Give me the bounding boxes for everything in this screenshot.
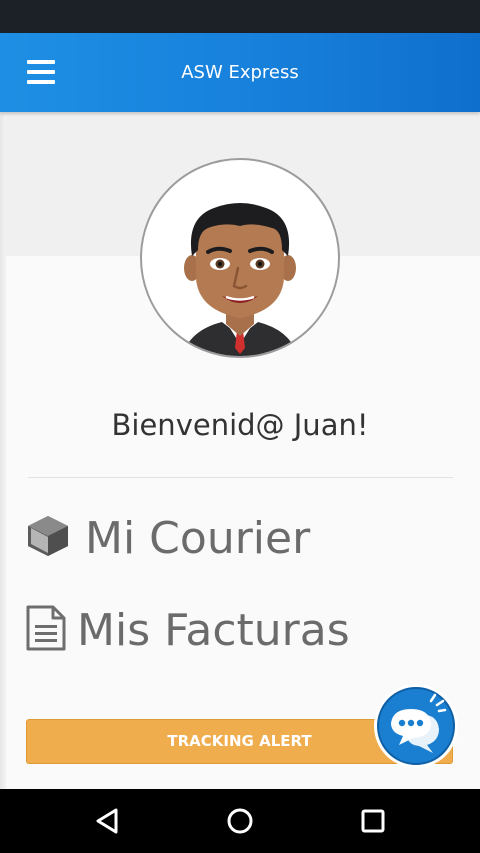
main-content: Bienvenid@ Juan! Mi Courier Mis Facturas… — [0, 112, 480, 789]
avatar — [140, 158, 340, 358]
back-triangle-icon[interactable] — [88, 803, 128, 839]
mis-facturas-label: Mis Facturas — [77, 604, 350, 656]
package-box-icon — [25, 513, 71, 563]
home-circle-icon[interactable] — [220, 803, 260, 839]
document-icon — [25, 604, 67, 656]
app-title: ASW Express — [181, 62, 299, 83]
chat-button[interactable] — [373, 683, 459, 769]
mis-facturas-link[interactable]: Mis Facturas — [25, 602, 350, 658]
mi-courier-label: Mi Courier — [85, 512, 311, 564]
status-bar — [0, 0, 480, 33]
welcome-message: Bienvenid@ Juan! — [111, 408, 369, 442]
app-bar: ASW Express — [0, 33, 480, 112]
mi-courier-link[interactable]: Mi Courier — [25, 510, 310, 566]
divider — [28, 477, 453, 478]
user-avatar-bitmoji — [182, 203, 298, 356]
system-navigation-bar — [0, 789, 480, 853]
chat-bubbles-icon — [374, 684, 458, 768]
recents-square-icon[interactable] — [353, 803, 393, 839]
